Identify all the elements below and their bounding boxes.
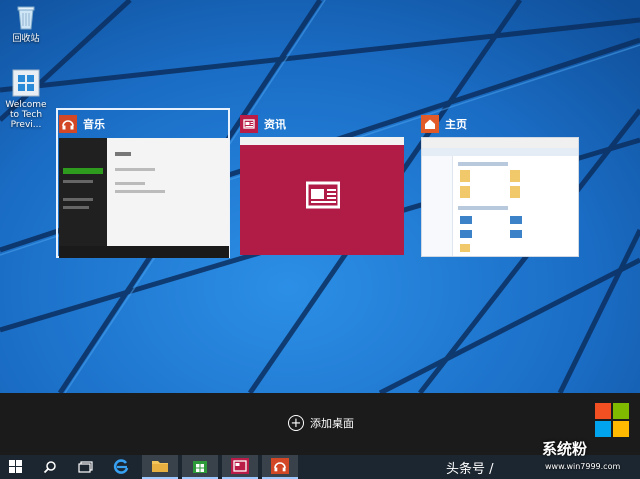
music-button[interactable]: [262, 455, 298, 479]
add-desktop-button[interactable]: + 添加桌面: [288, 415, 354, 431]
start-button[interactable]: [0, 455, 32, 479]
home-icon: [421, 115, 439, 133]
windows-logo-icon: [11, 68, 41, 98]
news-icon: [240, 115, 258, 133]
watermark-url: www.win7999.com: [545, 462, 621, 471]
music-app-thumbnail: [59, 138, 229, 258]
ie-icon: [113, 459, 129, 474]
headphones-icon: [271, 458, 289, 474]
store-button[interactable]: [182, 455, 218, 479]
windows-logo-icon: [9, 460, 22, 473]
task-view-button[interactable]: [70, 455, 102, 479]
task-window-title: 主页: [445, 118, 467, 131]
search-icon: [43, 461, 56, 474]
news-app-thumbnail: [240, 137, 404, 255]
plus-icon: +: [288, 415, 304, 431]
desktop-icon-label: Welcome to Tech Previ...: [5, 100, 47, 130]
file-explorer-button[interactable]: [142, 455, 178, 479]
news-icon: [231, 458, 249, 474]
desktop-icon-label: 回收站: [12, 34, 40, 44]
folder-icon: [152, 461, 168, 472]
desktop-icon-welcome[interactable]: Welcome to Tech Previ...: [0, 68, 52, 130]
ie-button[interactable]: [106, 455, 138, 479]
task-window-news[interactable]: 资讯: [240, 113, 412, 255]
caption-text: 头条号 /: [446, 462, 494, 477]
task-window-music[interactable]: 音乐: [56, 108, 231, 258]
recycle-bin-icon: [11, 2, 41, 32]
task-window-home[interactable]: 主页: [421, 113, 593, 257]
task-window-title: 资讯: [264, 118, 286, 131]
watermark-text: 系统粉: [542, 440, 588, 458]
desktop-icon-recycle-bin[interactable]: 回收站: [0, 2, 52, 44]
task-view-icon: [78, 461, 93, 473]
news-button[interactable]: [222, 455, 258, 479]
store-icon: [193, 461, 207, 473]
add-desktop-label: 添加桌面: [310, 417, 354, 430]
explorer-thumbnail: [421, 137, 579, 257]
search-button[interactable]: [34, 455, 66, 479]
